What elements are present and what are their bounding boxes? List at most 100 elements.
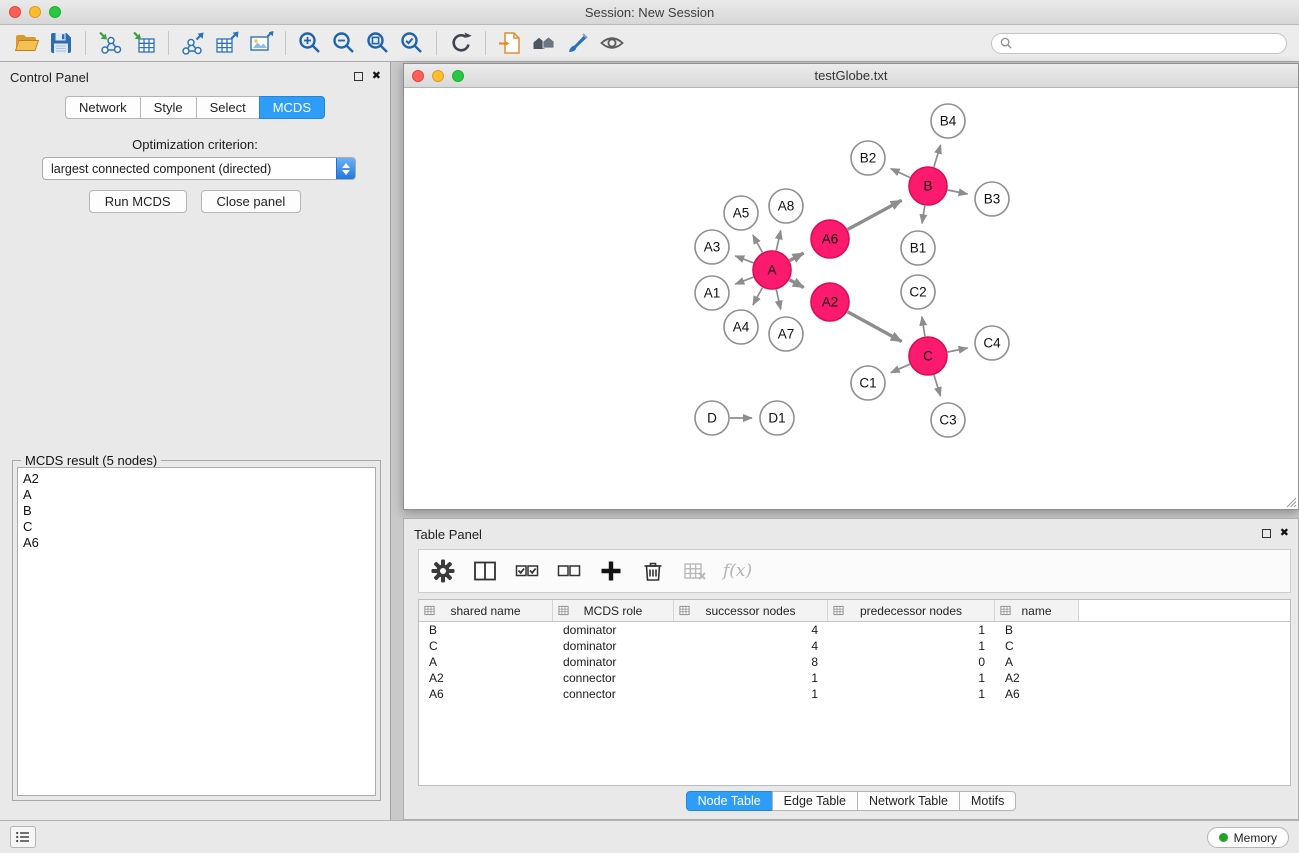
- delete-table-button[interactable]: [681, 555, 709, 587]
- network-edge-A-A5[interactable]: [753, 235, 763, 252]
- table-settings-button[interactable]: [429, 555, 457, 587]
- network-node-A4[interactable]: A4: [724, 310, 758, 344]
- resize-grip[interactable]: [1286, 497, 1297, 508]
- mcds-result-item[interactable]: B: [23, 503, 370, 519]
- create-column-button[interactable]: [597, 555, 625, 587]
- column-header-predecessor-nodes[interactable]: predecessor nodes: [828, 600, 995, 621]
- float-panel-button[interactable]: [354, 72, 363, 81]
- tab-node-table[interactable]: Node Table: [686, 791, 773, 811]
- network-edge-B-B2[interactable]: [891, 169, 910, 178]
- network-edge-A-A4[interactable]: [753, 288, 763, 305]
- network-edge-A-A6[interactable]: [790, 253, 804, 261]
- zoom-fit-content-button[interactable]: [361, 27, 395, 59]
- mcds-result-item[interactable]: A6: [23, 535, 370, 551]
- network-node-C1[interactable]: C1: [851, 366, 885, 400]
- column-header-name[interactable]: name: [995, 600, 1079, 621]
- cell-successor-nodes[interactable]: 1: [674, 671, 828, 685]
- zoom-selected-region-button[interactable]: [395, 27, 429, 59]
- network-node-A[interactable]: A: [753, 251, 791, 289]
- network-node-A2[interactable]: A2: [811, 283, 849, 321]
- network-edge-A-A8[interactable]: [776, 230, 780, 250]
- zoom-out-button[interactable]: [327, 27, 361, 59]
- export-image-button[interactable]: [244, 27, 278, 59]
- column-header-successor-nodes[interactable]: successor nodes: [674, 600, 828, 621]
- mcds-result-item[interactable]: A: [23, 487, 370, 503]
- import-table-from-file-button[interactable]: [127, 27, 161, 59]
- zoom-window-button[interactable]: [49, 6, 61, 18]
- cell-mcds-role[interactable]: dominator: [553, 639, 674, 653]
- network-edge-A-A2[interactable]: [790, 280, 804, 288]
- show-columns-button[interactable]: [471, 555, 499, 587]
- cell-successor-nodes[interactable]: 4: [674, 623, 828, 637]
- network-edge-C-C3[interactable]: [934, 375, 941, 396]
- network-edge-C-C1[interactable]: [891, 364, 910, 373]
- network-zoom-button[interactable]: [452, 70, 464, 82]
- network-edge-B-B3[interactable]: [948, 190, 968, 194]
- zoom-in-button[interactable]: [293, 27, 327, 59]
- export-table-button[interactable]: [210, 27, 244, 59]
- network-node-A7[interactable]: A7: [769, 317, 803, 351]
- cell-predecessor-nodes[interactable]: 1: [828, 671, 995, 685]
- delete-columns-button[interactable]: [639, 555, 667, 587]
- table-row[interactable]: Bdominator41B: [419, 622, 1290, 638]
- tab-edge-table[interactable]: Edge Table: [772, 791, 858, 811]
- network-node-A5[interactable]: A5: [724, 196, 758, 230]
- cell-shared-name[interactable]: C: [419, 639, 553, 653]
- cell-name[interactable]: B: [995, 623, 1079, 637]
- network-canvas[interactable]: B4B2BB3A8A5A6A3B1AC2A1A2A4A7C4CC1DD1C3: [404, 88, 1298, 509]
- tab-motifs[interactable]: Motifs: [959, 791, 1016, 811]
- close-window-button[interactable]: [9, 6, 21, 18]
- cell-successor-nodes[interactable]: 4: [674, 639, 828, 653]
- network-edge-A2-C[interactable]: [848, 312, 902, 342]
- cell-shared-name[interactable]: A: [419, 655, 553, 669]
- mcds-result-list[interactable]: A2ABCA6: [17, 467, 376, 796]
- cell-mcds-role[interactable]: dominator: [553, 623, 674, 637]
- cell-shared-name[interactable]: B: [419, 623, 553, 637]
- tab-network-table[interactable]: Network Table: [857, 791, 960, 811]
- cell-predecessor-nodes[interactable]: 0: [828, 655, 995, 669]
- cell-successor-nodes[interactable]: 8: [674, 655, 828, 669]
- network-close-button[interactable]: [412, 70, 424, 82]
- mcds-result-item[interactable]: C: [23, 519, 370, 535]
- table-row[interactable]: A2connector11A2: [419, 670, 1290, 686]
- mcds-result-item[interactable]: A2: [23, 471, 370, 487]
- network-edge-B-B1[interactable]: [922, 206, 925, 224]
- cell-mcds-role[interactable]: connector: [553, 671, 674, 685]
- open-file-button[interactable]: [10, 27, 44, 59]
- first-neighbors-button[interactable]: [527, 27, 561, 59]
- network-node-A6[interactable]: A6: [811, 220, 849, 258]
- cell-shared-name[interactable]: A2: [419, 671, 553, 685]
- network-edge-A6-B[interactable]: [848, 200, 902, 229]
- close-panel-icon[interactable]: ✖: [372, 71, 381, 82]
- cell-successor-nodes[interactable]: 1: [674, 687, 828, 701]
- network-edge-A-A7[interactable]: [776, 290, 780, 310]
- network-edge-C-C2[interactable]: [922, 317, 925, 337]
- cell-name[interactable]: C: [995, 639, 1079, 653]
- memory-button[interactable]: Memory: [1207, 827, 1289, 848]
- network-node-A8[interactable]: A8: [769, 189, 803, 223]
- function-builder-button[interactable]: f(x): [723, 561, 752, 581]
- select-all-rows-button[interactable]: [513, 555, 541, 587]
- close-panel-button[interactable]: Close panel: [201, 190, 302, 213]
- cell-predecessor-nodes[interactable]: 1: [828, 639, 995, 653]
- search-box[interactable]: [991, 33, 1287, 54]
- graphics-details-eye-button[interactable]: [595, 27, 629, 59]
- export-network-button[interactable]: [176, 27, 210, 59]
- table-row[interactable]: Adominator80A: [419, 654, 1290, 670]
- table-row[interactable]: Cdominator41C: [419, 638, 1290, 654]
- network-node-C4[interactable]: C4: [975, 326, 1009, 360]
- network-node-B[interactable]: B: [909, 167, 947, 205]
- network-node-C2[interactable]: C2: [901, 275, 935, 309]
- tab-mcds[interactable]: MCDS: [259, 96, 325, 119]
- search-input[interactable]: [1018, 36, 1278, 50]
- table-row[interactable]: A6connector11A6: [419, 686, 1290, 702]
- network-node-C3[interactable]: C3: [931, 403, 965, 437]
- cell-mcds-role[interactable]: dominator: [553, 655, 674, 669]
- minimize-window-button[interactable]: [29, 6, 41, 18]
- cell-shared-name[interactable]: A6: [419, 687, 553, 701]
- network-node-A1[interactable]: A1: [695, 276, 729, 310]
- float-table-panel-button[interactable]: [1262, 529, 1271, 538]
- network-node-B2[interactable]: B2: [851, 141, 885, 175]
- network-edge-B-B4[interactable]: [934, 145, 941, 167]
- optimization-criterion-select[interactable]: largest connected component (directed): [42, 157, 356, 180]
